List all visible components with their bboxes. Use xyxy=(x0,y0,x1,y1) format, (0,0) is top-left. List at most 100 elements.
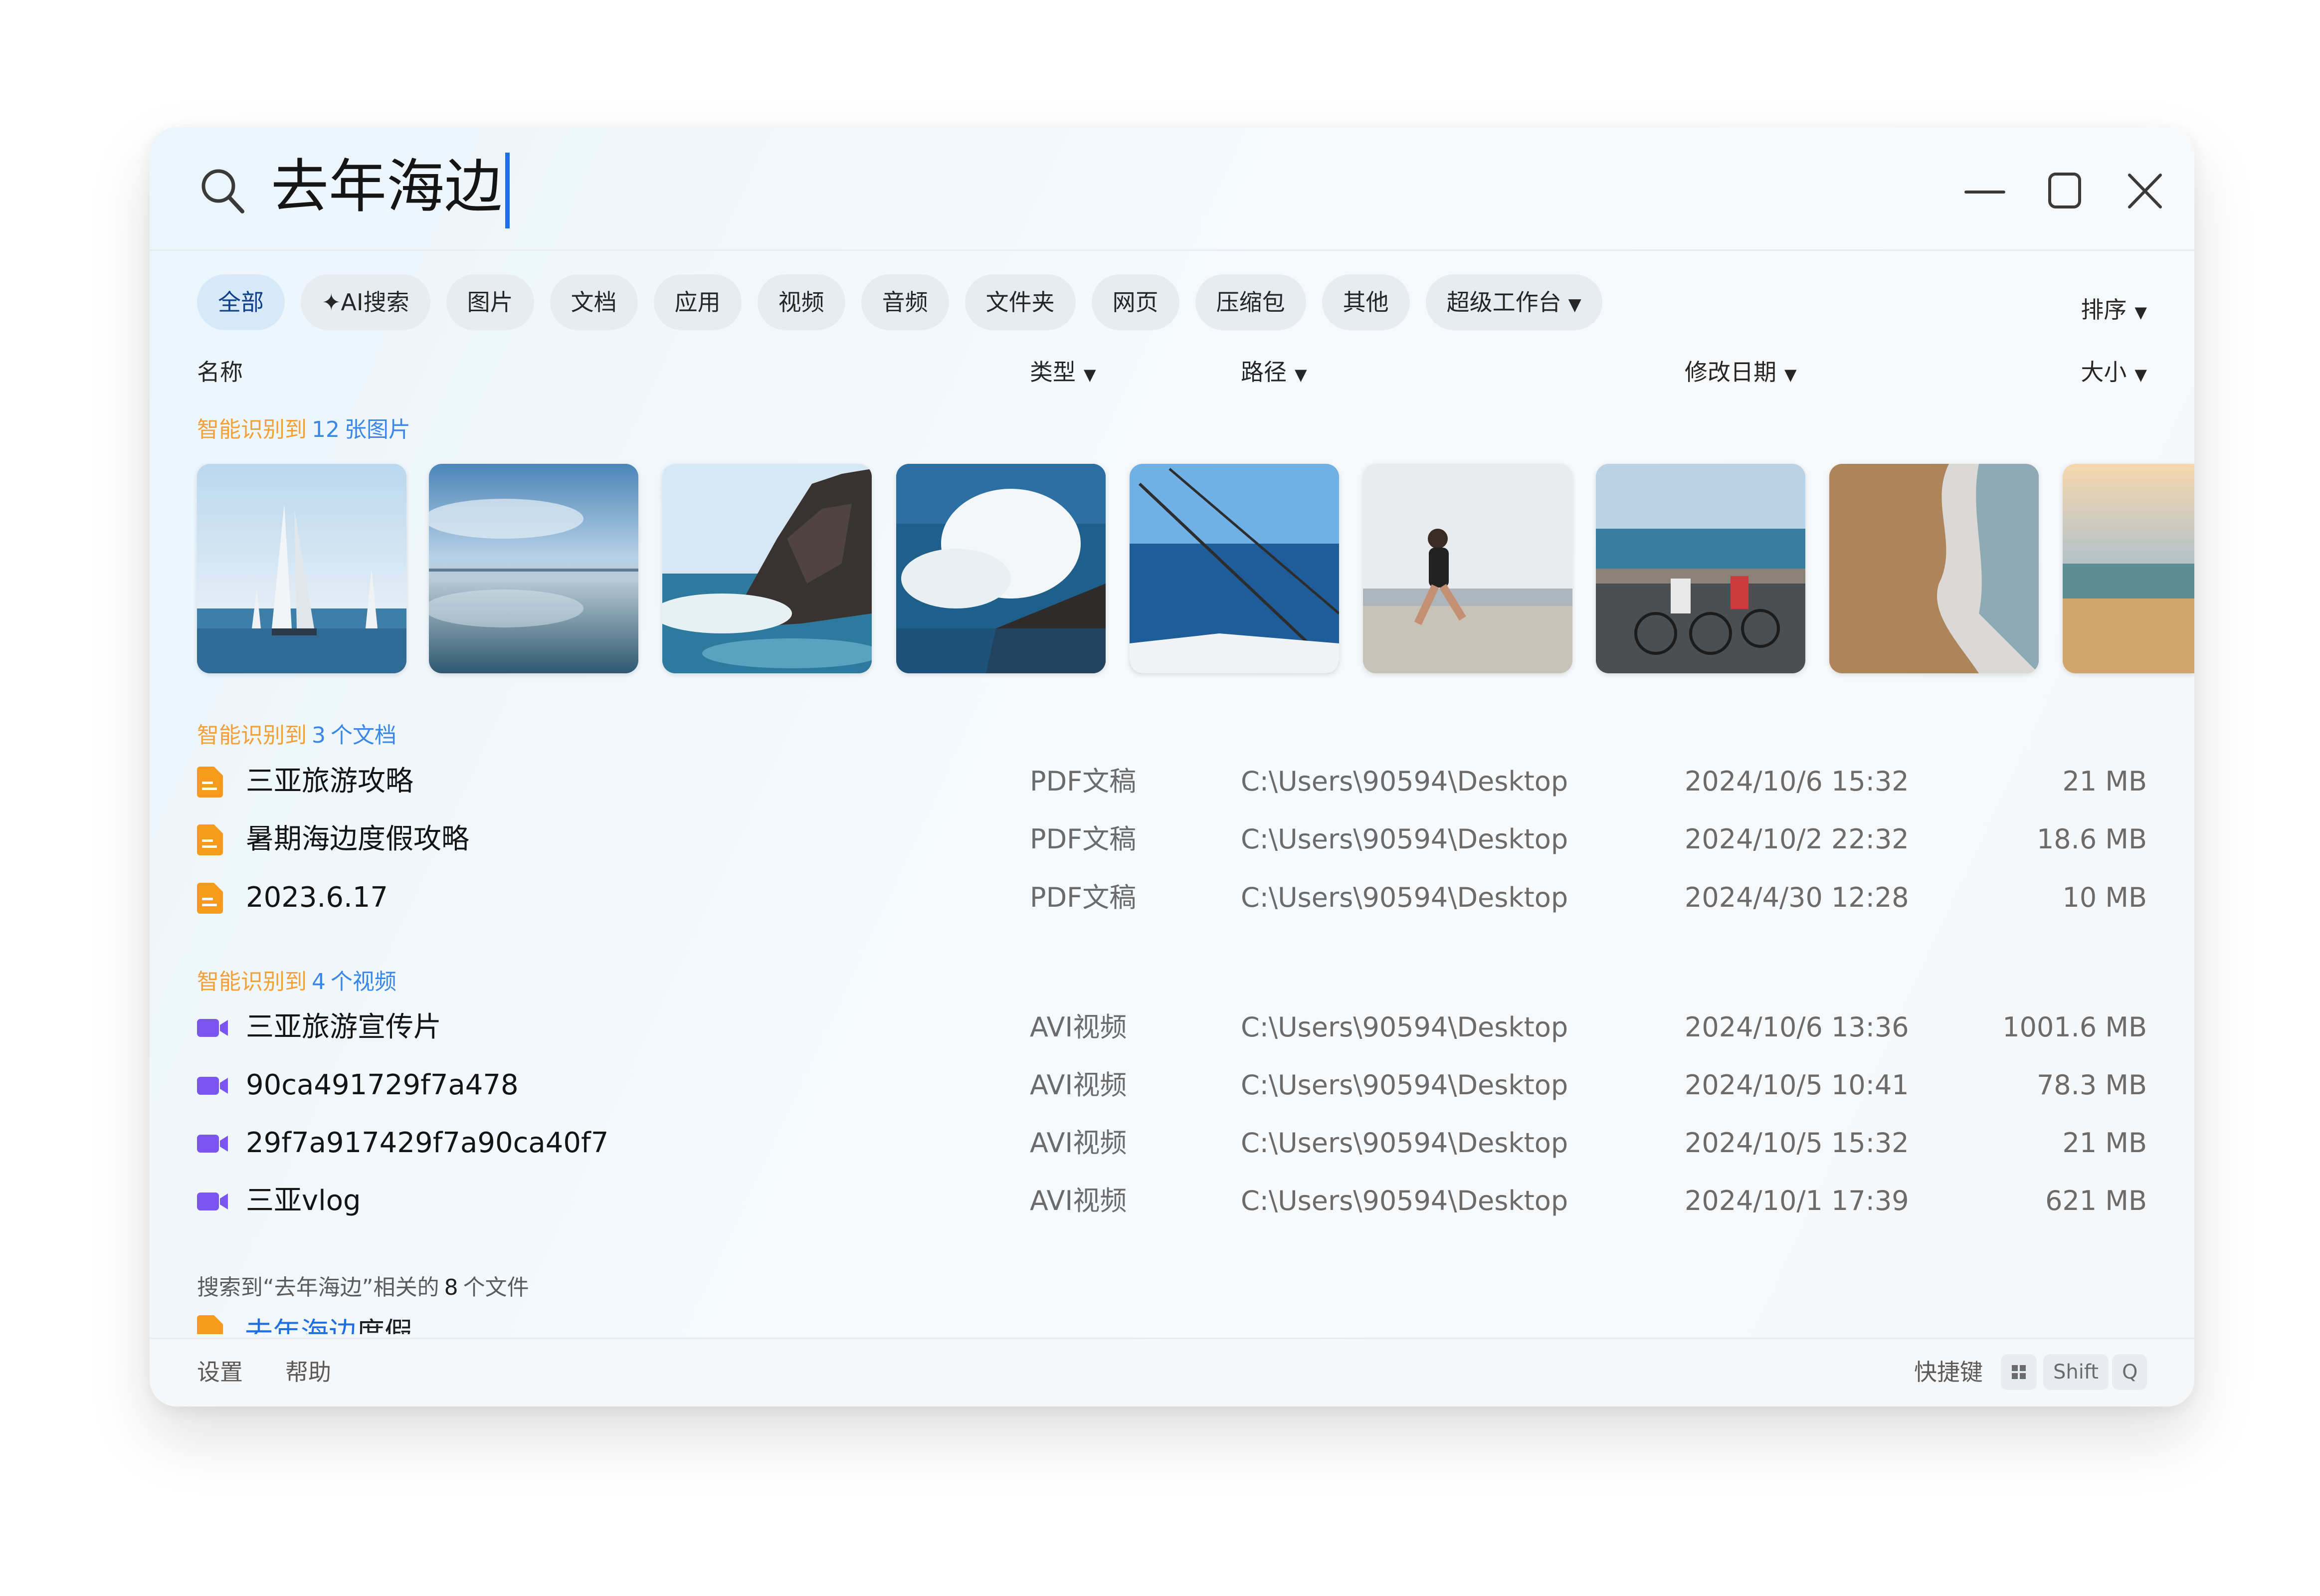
document-suffix: 个文档 xyxy=(331,723,396,748)
chip-apps[interactable]: 应用 xyxy=(653,274,742,330)
dropdown-arrow-icon: ▼ xyxy=(1784,365,1797,384)
file-type: AVI视频 xyxy=(1030,1069,1127,1101)
search-input[interactable]: 去年海边 xyxy=(271,152,510,229)
chip-archives[interactable]: 压缩包 xyxy=(1195,274,1306,330)
file-type: AVI视频 xyxy=(1030,1185,1127,1216)
ai-label: 智能识别到 xyxy=(197,417,307,442)
beach-runner-image xyxy=(1363,464,1572,673)
related-count: 8 xyxy=(444,1275,458,1300)
image-thumbnail-calm-sea[interactable] xyxy=(429,464,638,673)
header-divider xyxy=(150,249,2194,251)
file-type: AVI视频 xyxy=(1030,1127,1127,1159)
file-date: 2024/10/5 15:32 xyxy=(1685,1127,1909,1159)
column-header-name[interactable]: 名称 xyxy=(197,354,243,387)
column-header-size[interactable]: 大小 ▼ xyxy=(2081,354,2147,387)
close-icon xyxy=(2128,174,2162,208)
fishing-boat-image xyxy=(1130,464,1339,673)
file-path: C:\Users\90594\Desktop xyxy=(1241,1185,1568,1216)
image-thumbnail-beach-wave-sand[interactable] xyxy=(1829,464,2039,673)
pdf-document-icon xyxy=(197,767,223,798)
column-header-type-label: 类型 xyxy=(1030,359,1076,386)
chip-videos[interactable]: 视频 xyxy=(757,274,845,330)
file-name: 暑期海边度假攻略 xyxy=(246,823,469,855)
chip-super-workbench[interactable]: 超级工作台 ▼ xyxy=(1425,274,1602,330)
file-date: 2024/10/5 10:41 xyxy=(1685,1069,1909,1101)
chip-other[interactable]: 其他 xyxy=(1322,274,1410,330)
file-name: 90ca491729f7a478 xyxy=(246,1069,519,1101)
chip-all[interactable]: 全部 xyxy=(197,274,285,330)
help-link[interactable]: 帮助 xyxy=(285,1339,331,1405)
video-camera-icon xyxy=(197,1135,228,1153)
related-prefix: 搜索到“去年海边”相关的 xyxy=(197,1275,439,1300)
chip-audio[interactable]: 音频 xyxy=(861,274,949,330)
file-size: 1001.6 MB xyxy=(2002,1011,2147,1043)
file-type: PDF文稿 xyxy=(1030,766,1137,797)
settings-link[interactable]: 设置 xyxy=(197,1339,243,1405)
file-size: 21 MB xyxy=(2062,766,2147,797)
chip-web[interactable]: 网页 xyxy=(1091,274,1179,330)
file-date: 2024/10/6 13:36 xyxy=(1685,1011,1909,1043)
file-name: 29f7a917429f7a90ca40f7 xyxy=(246,1127,609,1159)
beach-sunset-image xyxy=(2063,464,2194,673)
chip-documents[interactable]: 文档 xyxy=(550,274,638,330)
filter-chip-bar: 全部 ✦AI搜索 图片 文档 应用 视频 音频 文件夹 网页 压缩包 其他 超级… xyxy=(197,274,1602,330)
file-name: 三亚旅游宣传片 xyxy=(246,1011,441,1043)
dropdown-arrow-icon: ▼ xyxy=(2134,303,2147,322)
partial-result-row[interactable]: 去年海边度假 xyxy=(197,1310,412,1334)
file-date: 2024/10/6 15:32 xyxy=(1685,766,1909,797)
file-name: 三亚vlog xyxy=(246,1185,361,1217)
file-type: AVI视频 xyxy=(1030,1011,1127,1043)
search-query: 去年海边 xyxy=(271,153,502,220)
sort-dropdown[interactable]: 排序 ▼ xyxy=(2081,292,2147,325)
video-suffix: 个视频 xyxy=(331,969,396,995)
file-name-rest: 度假 xyxy=(357,1317,412,1334)
column-header-modified[interactable]: 修改日期 ▼ xyxy=(1685,354,1797,387)
column-header-type[interactable]: 类型 ▼ xyxy=(1030,354,1096,387)
document-row[interactable]: 暑期海边度假攻略 PDF文稿 C:\Users\90594\Desktop 20… xyxy=(150,812,2194,867)
dropdown-arrow-icon: ▼ xyxy=(1568,295,1581,315)
search-icon xyxy=(199,166,244,216)
shift-key: Shift xyxy=(2043,1354,2109,1390)
file-type: PDF文稿 xyxy=(1030,882,1137,913)
rocky-coast-image xyxy=(662,464,872,673)
chip-folders[interactable]: 文件夹 xyxy=(965,274,1076,330)
ai-label: 智能识别到 xyxy=(197,969,307,995)
column-header-modified-label: 修改日期 xyxy=(1685,359,1776,386)
chip-images[interactable]: 图片 xyxy=(446,274,534,330)
maximize-button[interactable] xyxy=(2040,166,2090,216)
image-thumbnail-coastal-cyclists[interactable] xyxy=(1596,464,1805,673)
image-count: 12 xyxy=(312,417,340,442)
file-path: C:\Users\90594\Desktop xyxy=(1241,766,1568,797)
chip-ai-search[interactable]: ✦AI搜索 xyxy=(301,274,430,330)
column-header-path[interactable]: 路径 ▼ xyxy=(1241,354,1307,387)
windows-logo-icon xyxy=(2012,1365,2026,1379)
pdf-document-icon xyxy=(197,824,223,855)
file-path: C:\Users\90594\Desktop xyxy=(1241,823,1568,855)
video-row[interactable]: 三亚旅游宣传片 AVI视频 C:\Users\90594\Desktop 202… xyxy=(150,1000,2194,1055)
document-row[interactable]: 2023.6.17 PDF文稿 C:\Users\90594\Desktop 2… xyxy=(150,870,2194,925)
image-thumbnail-crashing-waves[interactable] xyxy=(896,464,1106,673)
image-thumbnail-beach-sunset[interactable] xyxy=(2063,464,2194,673)
video-camera-icon xyxy=(197,1077,228,1095)
file-type: PDF文稿 xyxy=(1030,823,1137,855)
pdf-document-icon xyxy=(197,1315,223,1334)
crashing-waves-image xyxy=(896,464,1106,673)
video-row[interactable]: 29f7a917429f7a90ca40f7 AVI视频 C:\Users\90… xyxy=(150,1116,2194,1171)
text-caret xyxy=(505,153,510,229)
file-size: 621 MB xyxy=(2045,1185,2147,1216)
image-thumbnail-sailboats[interactable] xyxy=(197,464,406,673)
video-count: 4 xyxy=(312,969,326,995)
image-thumbnail-rocky-coast[interactable] xyxy=(662,464,872,673)
column-header-path-label: 路径 xyxy=(1241,359,1287,386)
q-key: Q xyxy=(2112,1354,2147,1390)
dropdown-arrow-icon: ▼ xyxy=(2134,365,2147,384)
image-thumbnail-fishing-boat[interactable] xyxy=(1130,464,1339,673)
video-row[interactable]: 三亚vlog AVI视频 C:\Users\90594\Desktop 2024… xyxy=(150,1174,2194,1228)
match-highlight: 去年海边 xyxy=(245,1317,357,1334)
minimize-button[interactable] xyxy=(1960,166,2010,216)
image-thumbnail-beach-runner[interactable] xyxy=(1363,464,1572,673)
close-button[interactable] xyxy=(2120,166,2169,216)
video-row[interactable]: 90ca491729f7a478 AVI视频 C:\Users\90594\De… xyxy=(150,1058,2194,1113)
document-row[interactable]: 三亚旅游攻略 PDF文稿 C:\Users\90594\Desktop 2024… xyxy=(150,754,2194,809)
file-path: C:\Users\90594\Desktop xyxy=(1241,1011,1568,1043)
